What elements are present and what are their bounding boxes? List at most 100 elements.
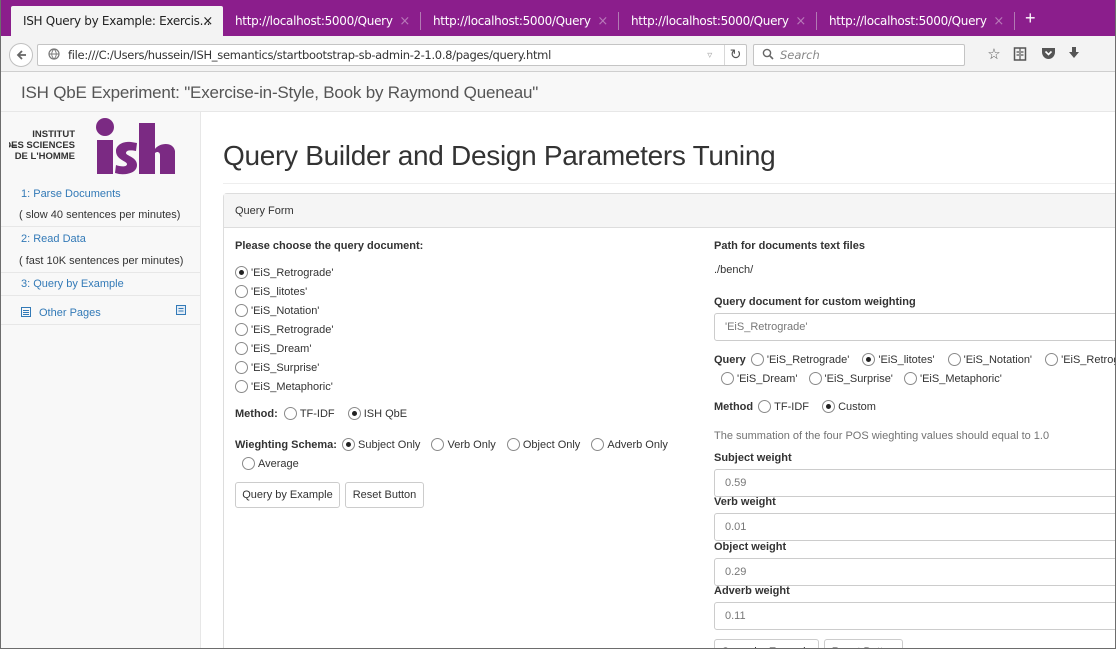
doc-radio-option[interactable]: 'EiS_Dream' <box>235 342 311 355</box>
app-navbar: ISH QbE Experiment: "Exercise-in-Style, … <box>1 72 1115 112</box>
radio-label: 'EiS_Notation' <box>251 305 320 317</box>
search-icon <box>762 48 774 63</box>
radio-button[interactable] <box>235 361 248 374</box>
tab-title: http://localhost:5000/Query <box>433 14 591 28</box>
radio-label: 'EiS_Metaphoric' <box>251 381 333 393</box>
radio-button[interactable] <box>808 372 822 385</box>
browser-window: ISH Query by Example: Exercis... × http:… <box>0 0 1116 649</box>
radio-button[interactable] <box>862 353 876 366</box>
subject-weight-field[interactable]: 0.59 <box>714 469 1115 497</box>
radio-label: 'EiS_Retrograde' <box>1061 354 1115 366</box>
bookmark-star-icon[interactable]: ☆ <box>985 46 1003 64</box>
radio-button[interactable] <box>235 304 248 317</box>
close-icon[interactable]: × <box>993 14 1004 29</box>
radio-button[interactable] <box>235 380 248 393</box>
weighting-schema-row: Wieghting Schema: Subject Only Verb Only… <box>235 438 668 451</box>
radio-label: 'EiS_Dream' <box>251 343 312 355</box>
close-icon[interactable]: × <box>202 14 213 29</box>
sidebar-item-other-pages[interactable]: Other Pages <box>1 302 200 325</box>
sidebar-item-label: Other Pages <box>39 307 101 319</box>
doc-radio-option[interactable]: 'EiS_Surprise' <box>235 361 319 374</box>
radio-label: 'EiS_Notation' <box>963 354 1033 366</box>
custom-doc-field[interactable]: 'EiS_Retrograde' <box>714 313 1115 341</box>
tab[interactable]: http://localhost:5000/Query × <box>619 6 816 36</box>
panel-heading: Query Form <box>224 194 1115 228</box>
tab-separator <box>1014 12 1015 30</box>
close-icon[interactable]: × <box>597 14 608 29</box>
doc-radio-option[interactable]: 'EiS_Retrograde' <box>235 323 333 336</box>
url-text[interactable]: file:///C:/Users/hussein/ISH_semantics/s… <box>68 48 707 62</box>
tab[interactable]: http://localhost:5000/Query × <box>421 6 618 36</box>
expand-icon <box>176 300 186 323</box>
close-icon[interactable]: × <box>399 14 410 29</box>
tab-title: http://localhost:5000/Query <box>235 14 393 28</box>
radio-button[interactable] <box>758 400 772 413</box>
search-bar[interactable]: Search <box>753 44 965 66</box>
radio-button[interactable] <box>235 285 248 298</box>
radio-button[interactable] <box>750 353 764 366</box>
radio-button[interactable] <box>283 407 297 420</box>
history-dropdown-icon[interactable]: ▿ <box>707 50 712 61</box>
reset-button[interactable]: Reset Button <box>345 482 424 508</box>
radio-button[interactable] <box>1045 353 1059 366</box>
radio-button[interactable] <box>591 438 605 451</box>
close-icon[interactable]: × <box>795 14 806 29</box>
path-value: ./bench/ <box>714 264 754 276</box>
radio-button[interactable] <box>947 353 961 366</box>
new-tab-button[interactable]: + <box>1025 9 1036 27</box>
radio-button[interactable] <box>235 342 248 355</box>
radio-label: Custom <box>838 401 876 413</box>
radio-button[interactable] <box>342 438 356 451</box>
method-label: Method: <box>235 408 278 420</box>
tab-active[interactable]: ISH Query by Example: Exercis... × <box>11 6 223 36</box>
query-label: Query <box>714 354 746 366</box>
sidebar-item-query-by-example[interactable]: 3: Query by Example <box>1 273 200 296</box>
radio-button[interactable] <box>347 407 361 420</box>
nav-toolbar: file:///C:/Users/hussein/ISH_semantics/s… <box>1 36 1115 72</box>
radio-label: Verb Only <box>447 439 496 451</box>
radio-button[interactable] <box>242 457 255 470</box>
radio-button[interactable] <box>822 400 836 413</box>
url-bar[interactable]: file:///C:/Users/hussein/ISH_semantics/s… <box>37 44 747 66</box>
radio-button[interactable] <box>235 323 248 336</box>
doc-radio-option[interactable]: 'EiS_Retrograde' <box>235 266 333 279</box>
app-brand[interactable]: ISH QbE Experiment: "Exercise-in-Style, … <box>21 83 538 103</box>
logo-line-2: DES SCIENCES <box>9 140 75 151</box>
reload-icon[interactable]: ↻ <box>724 45 746 65</box>
query-by-example-button[interactable]: Query by Example <box>235 482 340 508</box>
sidebar-item-parse-documents[interactable]: 1: Parse Documents <box>1 183 200 206</box>
radio-button[interactable] <box>235 266 248 279</box>
doc-radio-option[interactable]: 'EiS_Metaphoric' <box>235 380 333 393</box>
custom-reset-button[interactable]: Reset Button <box>824 639 903 648</box>
radio-button[interactable] <box>903 372 917 385</box>
doc-radio-option[interactable]: 'EiS_litotes' <box>235 285 307 298</box>
query-radio-row: Query 'EiS_Retrograde' 'EiS_litotes' 'Ei… <box>714 353 1115 366</box>
method-row: Method: TF-IDF ISH QbE <box>235 407 407 420</box>
radio-button[interactable] <box>431 438 445 451</box>
download-icon[interactable] <box>1065 46 1083 64</box>
back-arrow-icon <box>16 50 26 60</box>
back-button[interactable] <box>9 43 33 67</box>
query-document-label: Please choose the query document: <box>235 240 424 252</box>
radio-label: 'EiS_Surprise' <box>824 373 893 385</box>
doc-radio-option[interactable]: 'EiS_Notation' <box>235 304 319 317</box>
custom-doc-label: Query document for custom weighting <box>714 296 916 308</box>
reading-list-icon[interactable] <box>1011 46 1029 64</box>
radio-label: ISH QbE <box>363 408 408 420</box>
tab[interactable]: http://localhost:5000/Query × <box>817 6 1014 36</box>
tab[interactable]: http://localhost:5000/Query × <box>223 6 420 36</box>
radio-button[interactable] <box>721 372 734 385</box>
tab-title: ISH Query by Example: Exercis... <box>23 14 211 28</box>
pocket-icon[interactable] <box>1039 46 1057 64</box>
radio-button[interactable] <box>506 438 520 451</box>
custom-query-by-example-button[interactable]: Query by Example <box>714 639 819 648</box>
sidebar-note-label: ( fast 10K sentences per minutes) <box>19 255 184 267</box>
list-icon <box>21 307 31 317</box>
site-identity-icon[interactable] <box>48 47 60 63</box>
verb-weight-field[interactable]: 0.01 <box>714 513 1115 541</box>
sidebar-item-read-data[interactable]: 2: Read Data <box>1 228 200 251</box>
radio-label: TF-IDF <box>774 401 809 413</box>
tab-title: http://localhost:5000/Query <box>829 14 987 28</box>
object-weight-field[interactable]: 0.29 <box>714 558 1115 586</box>
adverb-weight-field[interactable]: 0.11 <box>714 602 1115 630</box>
